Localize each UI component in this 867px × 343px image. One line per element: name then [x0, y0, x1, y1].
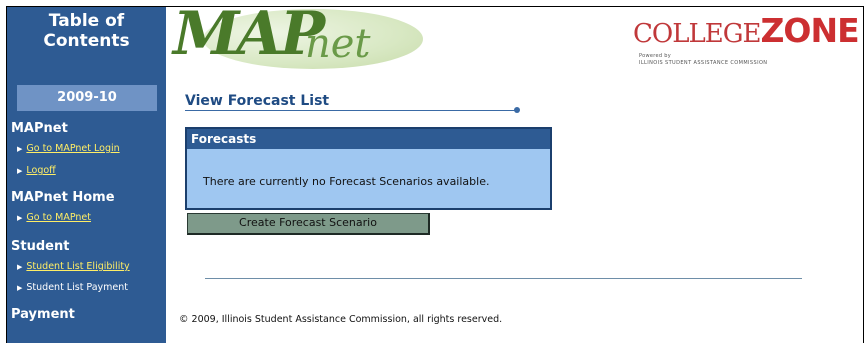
- sidebar-item-label[interactable]: Student List Eligibility: [26, 260, 129, 274]
- sidebar: Table of Contents 2009-10 MAPnet ▶ Go to…: [7, 7, 166, 343]
- logo-net-text: net: [305, 21, 371, 67]
- sidebar-nav: MAPnet ▶ Go to MAPnet Login ▶ Logoff MAP…: [11, 121, 166, 323]
- nav-section-title: MAPnet Home: [11, 190, 115, 205]
- sidebar-item-label[interactable]: Student List Payment: [26, 281, 128, 295]
- collegezone-org: ILLINOIS STUDENT ASSISTANCE COMMISSION: [639, 60, 768, 66]
- title-underline: [185, 110, 517, 111]
- nav-section-mapnet: MAPnet ▶ Go to MAPnet Login ▶ Logoff: [11, 121, 166, 178]
- divider: [205, 278, 802, 279]
- page-frame: Table of Contents 2009-10 MAPnet ▶ Go to…: [6, 6, 864, 343]
- collegezone-prefix: COLLEGE: [633, 19, 761, 49]
- collegezone-zone: ZONE: [760, 11, 859, 50]
- forecasts-panel: Forecasts There are currently no Forecas…: [185, 127, 552, 210]
- nav-section-title: Payment: [11, 307, 75, 322]
- nav-section-mapnet-home: MAPnet Home ▶ Go to MAPnet: [11, 190, 166, 225]
- empty-message: There are currently no Forecast Scenario…: [203, 175, 490, 188]
- nav-section-title: MAPnet: [11, 121, 68, 136]
- triangle-right-icon: ▶: [17, 167, 23, 175]
- nav-section-student: Student ▶ Student List Eligibility ▶ Stu…: [11, 239, 166, 295]
- nav-section-payment: Payment: [11, 307, 166, 323]
- sidebar-item-logoff[interactable]: ▶ Logoff: [17, 164, 166, 178]
- triangle-right-icon: ▶: [17, 145, 23, 153]
- logo-main-text: MAP: [173, 6, 325, 69]
- sidebar-item-go-to-mapnet[interactable]: ▶ Go to MAPnet: [17, 211, 166, 225]
- toc-title-line2: Contents: [43, 31, 130, 51]
- sidebar-item-student-list-payment[interactable]: ▶ Student List Payment: [17, 281, 166, 295]
- create-forecast-button[interactable]: Create Forecast Scenario: [187, 213, 430, 235]
- mapnet-logo: MAP net: [173, 7, 423, 71]
- toc-title-line1: Table of: [48, 11, 125, 31]
- nav-section-title: Student: [11, 239, 70, 254]
- title-underline-dot: [514, 107, 520, 113]
- collegezone-logo: COLLEGEZONE Powered by ILLINOIS STUDENT …: [633, 11, 860, 75]
- footer-copyright: © 2009, Illinois Student Assistance Comm…: [179, 314, 503, 325]
- triangle-right-icon: ▶: [17, 263, 23, 271]
- sidebar-item-label[interactable]: Go to MAPnet: [26, 211, 91, 225]
- panel-header: Forecasts: [187, 129, 550, 149]
- sidebar-item-mapnet-login[interactable]: ▶ Go to MAPnet Login: [17, 142, 166, 156]
- sidebar-item-label[interactable]: Logoff: [26, 164, 55, 178]
- collegezone-wordmark: COLLEGEZONE: [633, 11, 860, 50]
- collegezone-powered-by: Powered by: [639, 53, 671, 59]
- year-badge: 2009-10: [17, 85, 157, 111]
- sidebar-item-student-list-eligibility[interactable]: ▶ Student List Eligibility: [17, 260, 166, 274]
- page-title: View Forecast List: [185, 93, 330, 109]
- triangle-right-icon: ▶: [17, 214, 23, 222]
- sidebar-item-label[interactable]: Go to MAPnet Login: [26, 142, 119, 156]
- toc-title: Table of Contents: [7, 11, 166, 51]
- triangle-right-icon: ▶: [17, 284, 23, 292]
